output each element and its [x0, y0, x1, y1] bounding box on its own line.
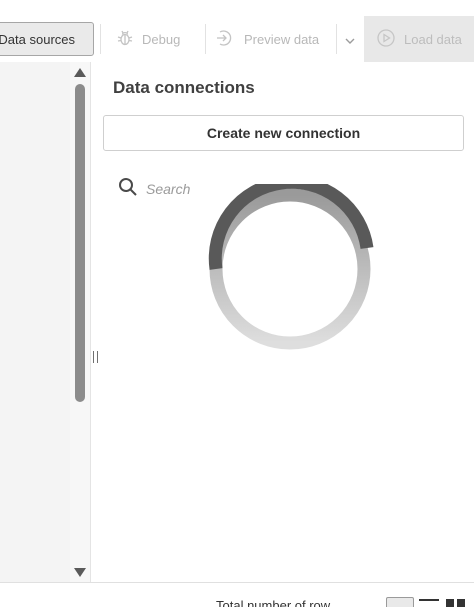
panel-resize-handle[interactable] — [93, 351, 98, 363]
data-load-editor: Data sources Debug Preview data Load dat… — [0, 0, 474, 607]
bottom-divider — [0, 582, 474, 583]
scrollbar-thumb[interactable] — [75, 84, 85, 402]
left-panel — [0, 62, 70, 582]
row-count-text: Total number of row — [216, 598, 331, 607]
loading-spinner — [208, 184, 374, 350]
arrow-down-icon[interactable] — [74, 568, 86, 577]
panel-divider — [90, 62, 91, 582]
split-view-icon[interactable] — [444, 597, 468, 607]
toolbar-separator — [100, 24, 101, 54]
preview-data-label: Preview data — [244, 31, 320, 47]
toolbar: Data sources Debug Preview data Load dat… — [0, 0, 474, 62]
spinner-track — [209, 188, 371, 350]
debug-button[interactable]: Debug — [116, 22, 180, 56]
load-data-label: Load data — [404, 31, 462, 47]
preview-icon — [216, 29, 236, 50]
list-view-icon[interactable] — [418, 597, 440, 607]
debug-label: Debug — [142, 31, 181, 47]
scrollbar[interactable] — [70, 62, 90, 582]
search-box — [118, 176, 208, 202]
play-circle-icon — [376, 28, 396, 51]
create-new-connection-button[interactable]: Create new connection — [103, 115, 464, 151]
create-new-connection-label: Create new connection — [206, 125, 361, 141]
toolbar-separator — [205, 24, 206, 54]
chevron-down-icon — [344, 33, 356, 48]
search-input[interactable] — [146, 181, 206, 197]
bug-icon — [116, 29, 134, 50]
arrow-up-icon[interactable] — [74, 68, 86, 77]
search-icon — [118, 177, 138, 202]
preview-options-dropdown[interactable] — [338, 20, 362, 60]
panel-title: Data connections — [113, 78, 255, 97]
data-sources-button[interactable]: Data sources — [0, 22, 94, 56]
preview-data-button[interactable]: Preview data — [216, 22, 319, 56]
grid-view-icon[interactable] — [386, 597, 414, 607]
data-sources-label: Data sources — [0, 31, 75, 47]
toolbar-separator — [336, 24, 337, 54]
load-data-button[interactable]: Load data — [364, 16, 474, 62]
